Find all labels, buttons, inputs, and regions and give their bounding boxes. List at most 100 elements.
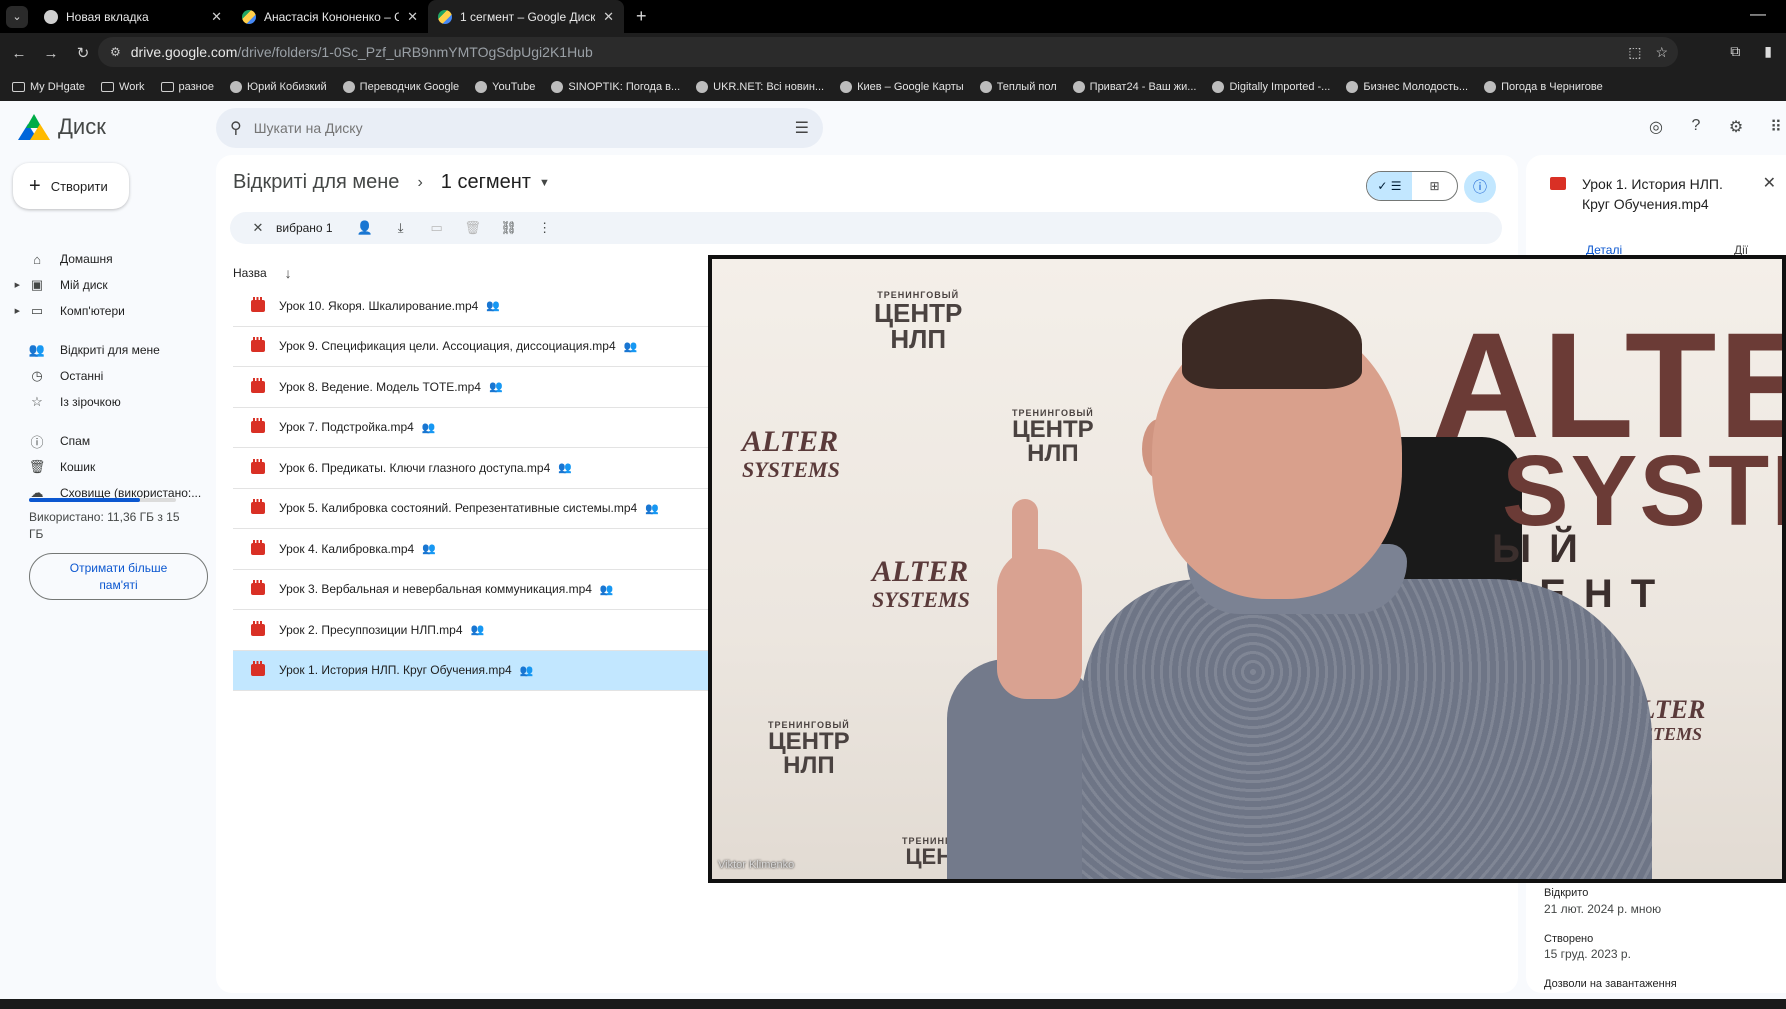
more-actions-icon[interactable]: ⋮ [527, 220, 563, 236]
presenter-hand [997, 549, 1082, 699]
create-button[interactable]: + Створити [13, 163, 129, 209]
bookmark-item[interactable]: разное [160, 81, 214, 93]
search-options-icon[interactable]: ☰ [795, 118, 809, 138]
file-name: Урок 9. Спецификация цели. Ассоциация, д… [279, 339, 616, 354]
forward-icon[interactable]: → [38, 45, 64, 62]
column-header-name[interactable]: Назва ↓ [233, 265, 292, 281]
bookmark-item[interactable]: YouTube [475, 81, 535, 93]
bookmark-item[interactable]: Бизнес Молодость... [1346, 81, 1468, 93]
app-name: Диск [58, 114, 106, 139]
side-panel-icon[interactable]: ▮ [1764, 43, 1772, 60]
site-info-icon[interactable]: ⚙ [110, 45, 121, 59]
video-file-icon [251, 620, 265, 636]
bookmark-item[interactable]: My DHgate [12, 81, 85, 93]
bookmark-item[interactable]: Приват24 - Ваш жи... [1072, 81, 1196, 93]
bookmark-star-icon[interactable]: ☆ [1655, 44, 1668, 61]
close-tab-icon[interactable]: ✕ [407, 9, 418, 25]
sidebar-item-computer[interactable]: ▶ ▭ Комп'ютери [0, 298, 125, 324]
video-frame: ТРЕНИНГОВЫЙ ЦЕНТР НЛП ТРЕНИНГОВЫЙ ЦЕНТР НЛП … [712, 259, 1782, 879]
globe-icon [551, 81, 564, 93]
file-name: Урок 1. История НЛП. Круг Обучения.mp4 [279, 663, 512, 678]
apps-grid-icon[interactable]: ⠿ [1766, 117, 1786, 137]
sidebar-item-trash[interactable]: 🗑 Кошик [0, 454, 96, 480]
close-details-icon[interactable]: ✕ [1763, 173, 1776, 193]
search-input[interactable] [253, 120, 734, 136]
sidebar-item-spam[interactable]: ⓘ Спам [0, 428, 90, 454]
shared-people-icon: 👥 [645, 502, 659, 515]
copy-link-icon[interactable]: ⛓ [491, 220, 527, 236]
file-name: Урок 8. Ведение. Модель TOTE.mp4 [279, 379, 481, 394]
download-icon[interactable]: ⤓ [383, 220, 419, 236]
bookmark-item[interactable]: UKR.NET: Всі новин... [696, 81, 824, 93]
globe-icon [1346, 81, 1359, 93]
bookmark-item[interactable]: Юрий Кобизкий [229, 81, 327, 93]
grid-view-button[interactable]: ⊞ [1412, 172, 1457, 200]
breadcrumb-current-folder[interactable]: 1 сегмент [441, 171, 531, 194]
dropdown-arrow-icon[interactable]: ▼ [539, 177, 550, 189]
sidebar-item-label: Мій диск [60, 278, 108, 292]
bookmark-item[interactable]: Киев – Google Карты [840, 81, 964, 93]
drive-search[interactable]: ⚲ ☰ [216, 108, 823, 148]
list-view-button[interactable]: ✓ ☰ [1367, 172, 1412, 200]
minimize-window-icon[interactable]: — [1750, 6, 1766, 24]
breadcrumb: Відкриті для мене › 1 сегмент ▼ [233, 171, 550, 194]
sidebar-item-drive[interactable]: ▶ ▣ Мій диск [0, 272, 108, 298]
get-more-storage-button[interactable]: Отримати більше пам'яті [29, 553, 208, 600]
backdrop-logo-nlp: ТРЕНИНГОВЫЙ ЦЕНТР НЛП [874, 290, 963, 354]
shared-people-icon: 👥 [599, 583, 614, 596]
drive-logo[interactable]: Диск [18, 114, 106, 140]
extensions-icon[interactable]: ⧉ [1730, 43, 1740, 60]
created-value: 15 груд. 2023 р. [1544, 947, 1631, 961]
globe-icon [1072, 81, 1085, 93]
backdrop-logo-alter: ALTER SYSTEMS [742, 425, 840, 483]
backdrop-logo-alter: ALTER SYSTEMS [872, 555, 970, 613]
address-bar[interactable]: ⚙ drive.google.com/drive/folders/1-0Sc_P… [98, 37, 1678, 67]
reload-icon[interactable]: ↻ [70, 44, 96, 62]
sidebar-item-home[interactable]: ⌂ Домашня [0, 246, 113, 272]
shared-people-icon: 👥 [421, 421, 436, 434]
share-person-icon[interactable]: 👤 [347, 220, 383, 236]
bookmark-item[interactable]: Digitally Imported -... [1212, 81, 1330, 93]
settings-gear-icon[interactable]: ⚙ [1726, 117, 1746, 137]
globe-icon [229, 81, 242, 93]
close-tab-icon[interactable]: ✕ [603, 9, 614, 25]
bookmark-item[interactable]: Теплый пол [979, 81, 1057, 93]
new-tab-icon[interactable]: + [636, 6, 647, 27]
help-icon[interactable]: ? [1686, 117, 1706, 137]
video-file-icon [251, 580, 265, 596]
breadcrumb-shared-with-me[interactable]: Відкриті для мене [233, 171, 399, 194]
clear-selection-icon[interactable]: ✕ [240, 220, 276, 236]
sidebar-item-star[interactable]: ☆ Із зірочкою [0, 389, 121, 415]
sidebar-item-cloud[interactable]: ☁ Сховище (використано:... [0, 480, 202, 506]
bookmark-item[interactable]: Переводчик Google [342, 81, 459, 93]
url-host: drive.google.com [130, 44, 238, 60]
video-file-icon [251, 377, 265, 393]
close-tab-icon[interactable]: ✕ [211, 9, 222, 25]
sidebar-item-label: Спам [60, 434, 91, 448]
storage-meter [29, 498, 176, 502]
sidebar-item-shared[interactable]: 👥 Відкриті для мене [0, 337, 160, 363]
browser-tab-new[interactable]: Новая вкладка ✕ [34, 0, 232, 33]
expand-caret-icon[interactable]: ▶ [0, 307, 20, 315]
bookmarks-bar: My DHgate Work разное Юрий Кобизкий Переводч… [0, 73, 1786, 101]
tab-search-menu-icon[interactable]: ⌄ [6, 5, 28, 28]
globe-icon [475, 81, 488, 93]
bookmark-item[interactable]: Work [101, 81, 145, 93]
sort-arrow-icon[interactable]: ↓ [285, 265, 292, 281]
install-app-icon[interactable]: ⬚ [1628, 44, 1641, 61]
expand-caret-icon[interactable]: ▶ [0, 281, 20, 289]
back-icon[interactable]: ← [6, 45, 32, 62]
video-player-overlay[interactable]: ТРЕНИНГОВЫЙ ЦЕНТР НЛП ТРЕНИНГОВЫЙ ЦЕНТР НЛП … [708, 255, 1786, 883]
storage-meter-fill [29, 498, 141, 502]
view-toggle: ✓ ☰ ⊞ [1366, 171, 1458, 201]
details-info-icon[interactable]: ⓘ [1464, 171, 1496, 203]
offline-ready-icon[interactable]: ◎ [1646, 117, 1666, 137]
browser-tab-anastasia[interactable]: Анастасія Кононенко – Google ✕ [232, 0, 428, 33]
bookmark-item[interactable]: SINOPTIK: Погода в... [551, 81, 680, 93]
bookmark-item[interactable]: Погода в Чернигове [1484, 81, 1603, 93]
sidebar-item-clock[interactable]: ◷ Останні [0, 363, 103, 389]
globe-icon [1212, 81, 1225, 93]
search-icon[interactable]: ⚲ [230, 118, 242, 138]
video-file-icon [251, 337, 265, 353]
browser-tab-segment[interactable]: 1 сегмент – Google Диск ✕ [428, 0, 624, 33]
